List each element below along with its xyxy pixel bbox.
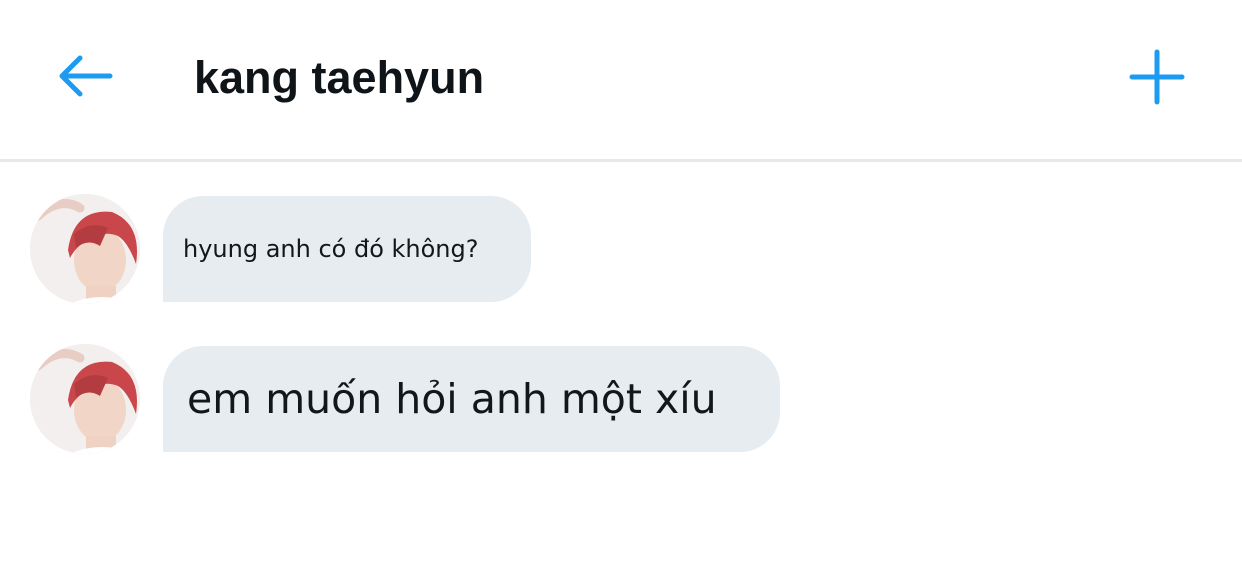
conversation-title[interactable]: kang taehyun [194,50,484,106]
message-row: em muốn hỏi anh một xíu [0,342,1242,454]
message-bubble[interactable]: em muốn hỏi anh một xíu [163,346,780,452]
avatar-photo [30,194,140,304]
plus-icon [1129,49,1185,105]
arrow-left-icon [59,55,113,97]
message-bubble[interactable]: hyung anh có đó không? [163,196,531,302]
add-button[interactable] [1124,44,1190,110]
message-row: hyung anh có đó không? [0,192,1242,304]
avatar-photo [30,344,140,454]
back-button[interactable] [52,48,118,104]
avatar[interactable] [30,194,140,304]
header-divider [0,159,1242,162]
avatar[interactable] [30,344,140,454]
conversation-header: kang taehyun [0,0,1242,160]
